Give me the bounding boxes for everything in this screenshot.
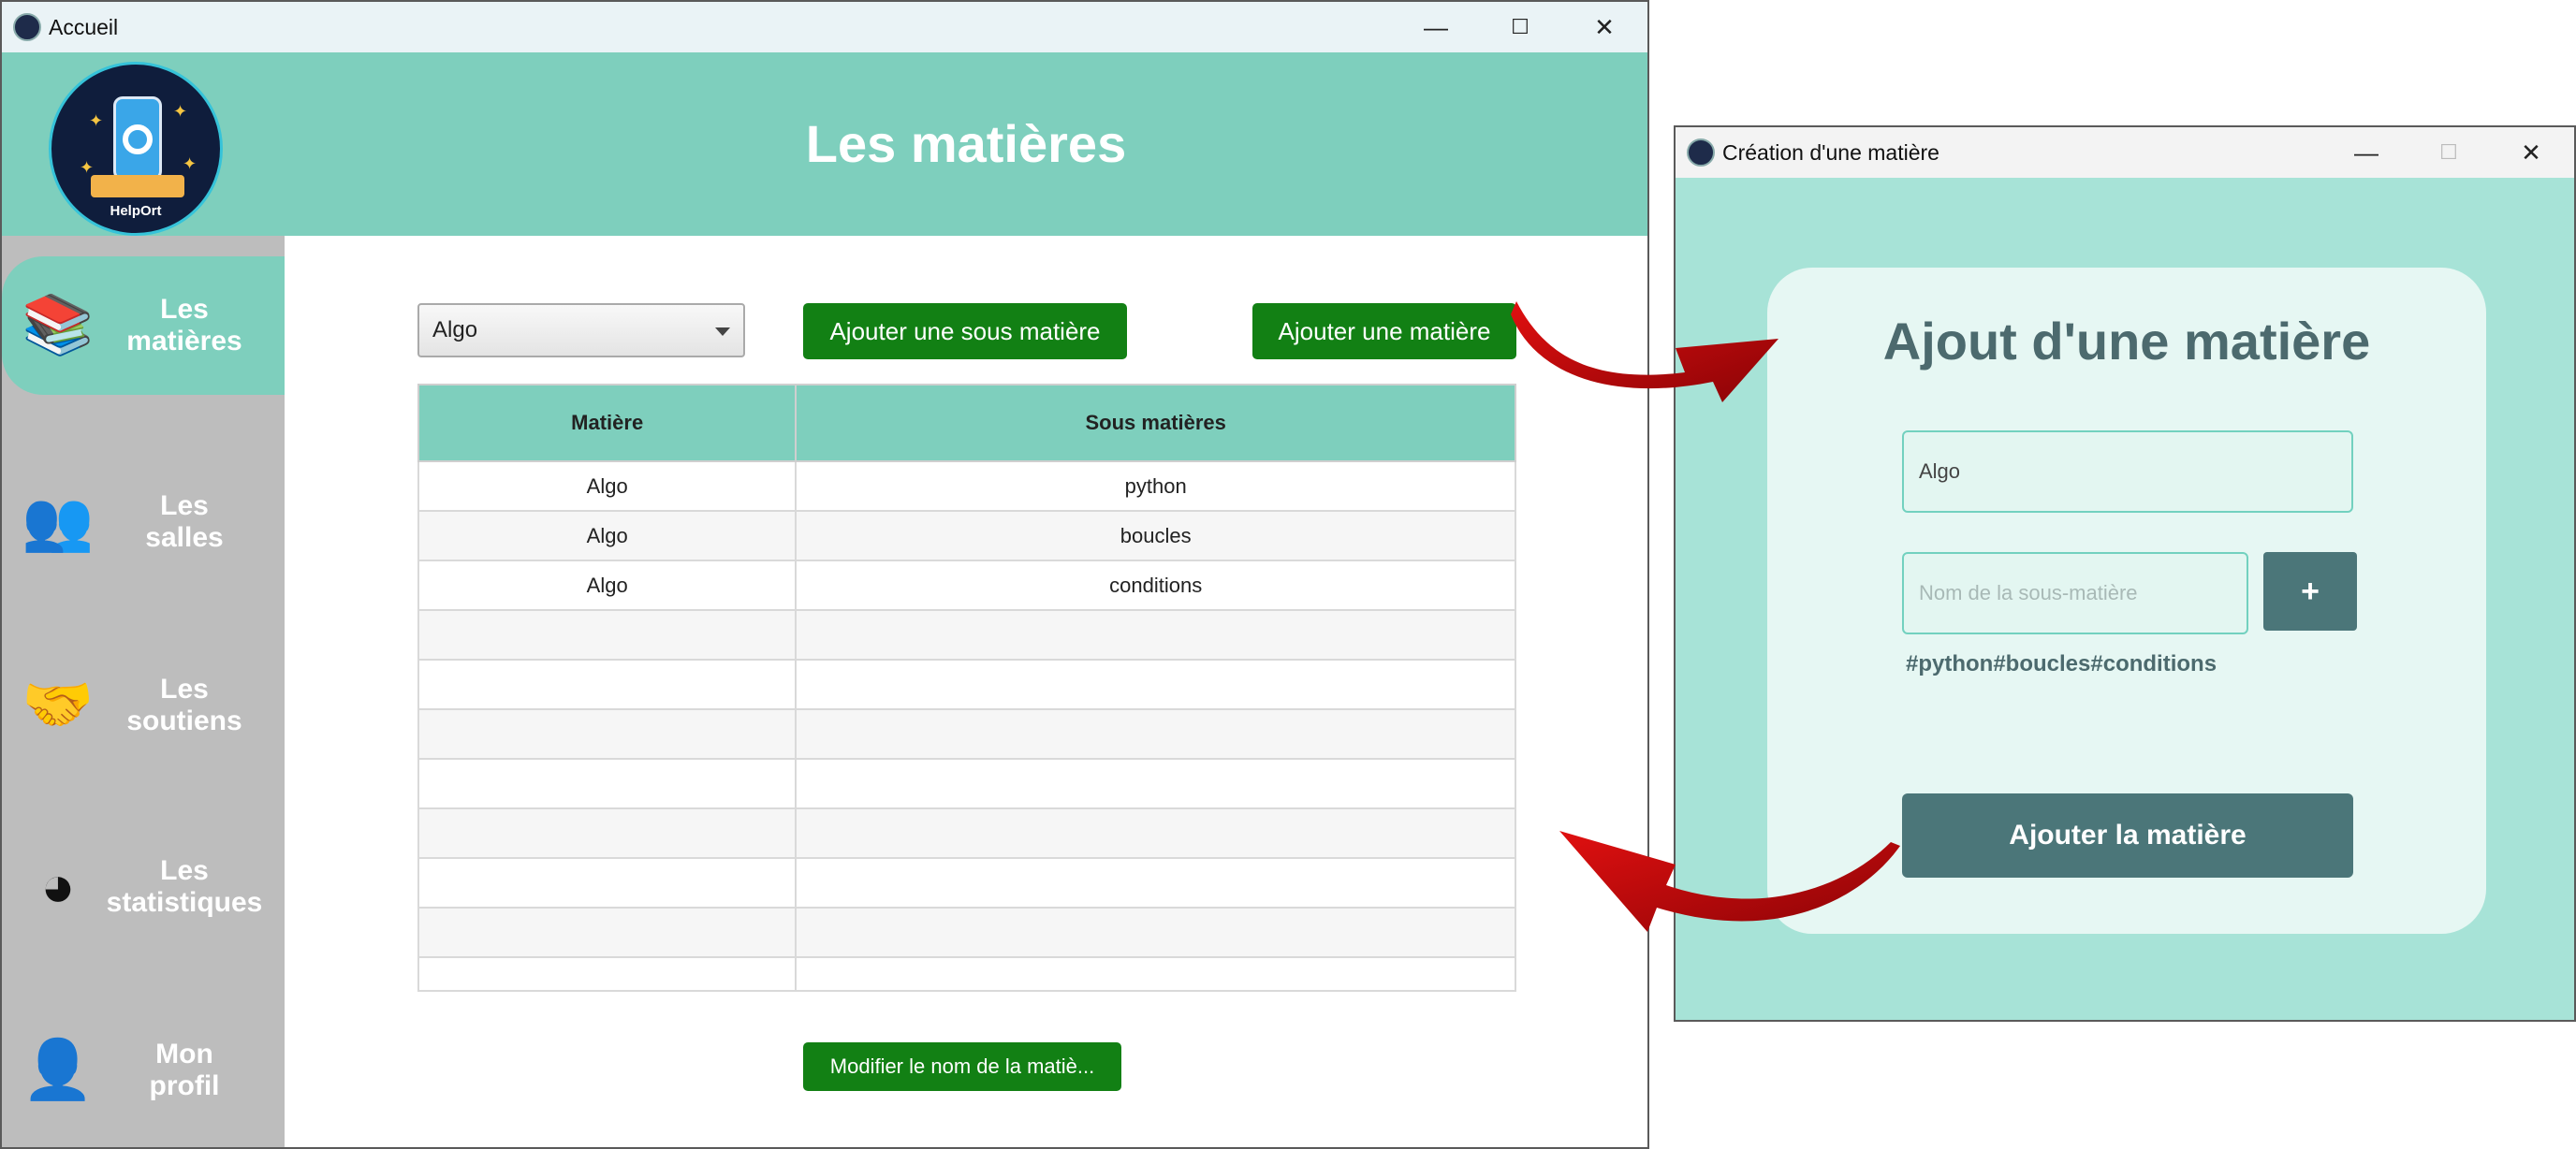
arrow-back-to-main	[1559, 831, 1900, 932]
annotation-arrows	[1511, 301, 1900, 932]
arrow-to-dialog	[1511, 301, 1778, 402]
